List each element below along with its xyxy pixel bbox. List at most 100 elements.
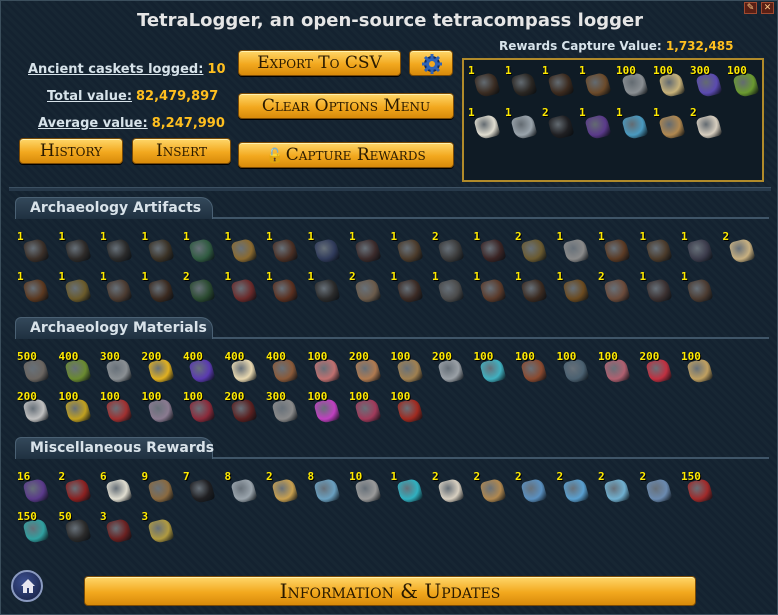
reward-item[interactable]: 1 — [474, 230, 510, 266]
reward-item[interactable]: 100 — [391, 390, 427, 426]
reward-item[interactable]: 1 — [266, 230, 302, 266]
reward-item[interactable]: 200 — [142, 350, 178, 386]
reward-item[interactable]: 500 — [17, 350, 53, 386]
export-csv-button[interactable]: Export To CSV — [238, 50, 401, 76]
reward-item[interactable]: 1 — [579, 106, 615, 142]
reward-item[interactable]: 2 — [598, 270, 634, 306]
pin-icon[interactable]: ✎ — [744, 2, 757, 14]
clear-options-menu-button[interactable]: Clear Options Menu — [238, 93, 454, 119]
reward-item[interactable]: 400 — [59, 350, 95, 386]
reward-item[interactable]: 2 — [598, 470, 634, 506]
reward-item[interactable]: 6 — [100, 470, 136, 506]
reward-item[interactable]: 100 — [349, 390, 385, 426]
reward-item[interactable]: 100 — [308, 390, 344, 426]
reward-item[interactable]: 1 — [542, 64, 578, 100]
insert-button[interactable]: Insert — [132, 138, 231, 164]
reward-item[interactable]: 1 — [474, 270, 510, 306]
reward-item[interactable]: 100 — [59, 390, 95, 426]
reward-item[interactable]: 2 — [349, 270, 385, 306]
reward-item[interactable]: 100 — [598, 350, 634, 386]
reward-item[interactable]: 3 — [142, 510, 178, 546]
reward-item[interactable]: 2 — [542, 106, 578, 142]
reward-item[interactable]: 2 — [432, 470, 468, 506]
reward-item[interactable]: 1 — [515, 270, 551, 306]
reward-item[interactable]: 300 — [266, 390, 302, 426]
reward-item[interactable]: 1 — [142, 230, 178, 266]
reward-item[interactable]: 100 — [474, 350, 510, 386]
reward-item[interactable]: 1 — [100, 270, 136, 306]
reward-item[interactable]: 1 — [183, 230, 219, 266]
reward-item[interactable]: 1 — [598, 230, 634, 266]
reward-item[interactable]: 1 — [579, 64, 615, 100]
reward-item[interactable]: 200 — [432, 350, 468, 386]
reward-item[interactable]: 1 — [505, 106, 541, 142]
reward-item[interactable]: 1 — [308, 270, 344, 306]
reward-item[interactable]: 1 — [432, 270, 468, 306]
reward-item[interactable]: 2 — [266, 470, 302, 506]
reward-item[interactable]: 300 — [100, 350, 136, 386]
reward-item[interactable]: 400 — [266, 350, 302, 386]
reward-item[interactable]: 200 — [349, 350, 385, 386]
reward-item[interactable]: 100 — [183, 390, 219, 426]
reward-item[interactable]: 1 — [225, 230, 261, 266]
reward-item[interactable]: 2 — [690, 106, 726, 142]
reward-item[interactable]: 100 — [681, 350, 717, 386]
reward-item[interactable]: 1 — [681, 230, 717, 266]
reward-item[interactable]: 1 — [468, 106, 504, 142]
reward-item[interactable]: 150 — [681, 470, 717, 506]
reward-item[interactable]: 1 — [557, 230, 593, 266]
reward-item[interactable]: 1 — [468, 64, 504, 100]
reward-item[interactable]: 1 — [681, 270, 717, 306]
reward-item[interactable]: 100 — [308, 350, 344, 386]
reward-item[interactable]: 1 — [225, 270, 261, 306]
close-icon[interactable]: ✕ — [761, 2, 774, 14]
reward-item[interactable]: 100 — [616, 64, 652, 100]
reward-item[interactable]: 400 — [225, 350, 261, 386]
reward-item[interactable]: 1 — [391, 270, 427, 306]
reward-item[interactable]: 300 — [690, 64, 726, 100]
reward-item[interactable]: 7 — [183, 470, 219, 506]
reward-item[interactable]: 2 — [557, 470, 593, 506]
reward-item[interactable]: 1 — [557, 270, 593, 306]
reward-item[interactable]: 100 — [557, 350, 593, 386]
reward-item[interactable]: 1 — [100, 230, 136, 266]
reward-item[interactable]: 2 — [640, 470, 676, 506]
reward-item[interactable]: 100 — [100, 390, 136, 426]
reward-item[interactable]: 8 — [225, 470, 261, 506]
reward-item[interactable]: 1 — [59, 230, 95, 266]
reward-item[interactable]: 100 — [515, 350, 551, 386]
reward-item[interactable]: 9 — [142, 470, 178, 506]
reward-item[interactable]: 2 — [59, 470, 95, 506]
reward-item[interactable]: 1 — [391, 470, 427, 506]
reward-item[interactable]: 10 — [349, 470, 385, 506]
reward-item[interactable]: 1 — [308, 230, 344, 266]
reward-item[interactable]: 2 — [515, 230, 551, 266]
reward-item[interactable]: 200 — [225, 390, 261, 426]
reward-item[interactable]: 2 — [474, 470, 510, 506]
reward-item[interactable]: 1 — [505, 64, 541, 100]
reward-item[interactable]: 2 — [515, 470, 551, 506]
reward-item[interactable]: 8 — [308, 470, 344, 506]
reward-item[interactable]: 1 — [59, 270, 95, 306]
reward-item[interactable]: 1 — [349, 230, 385, 266]
reward-item[interactable]: 100 — [142, 390, 178, 426]
reward-item[interactable]: 16 — [17, 470, 53, 506]
reward-item[interactable]: 50 — [59, 510, 95, 546]
settings-button[interactable] — [409, 50, 453, 76]
reward-item[interactable]: 2 — [183, 270, 219, 306]
reward-item[interactable]: 3 — [100, 510, 136, 546]
reward-item[interactable]: 1 — [616, 106, 652, 142]
reward-item[interactable]: 200 — [17, 390, 53, 426]
information-updates-button[interactable]: Information & Updates — [84, 576, 696, 606]
home-button[interactable] — [11, 570, 43, 602]
reward-item[interactable]: 100 — [391, 350, 427, 386]
reward-item[interactable]: 100 — [727, 64, 763, 100]
reward-item[interactable]: 1 — [640, 230, 676, 266]
reward-item[interactable]: 1 — [391, 230, 427, 266]
reward-item[interactable]: 2 — [432, 230, 468, 266]
history-button[interactable]: History — [19, 138, 123, 164]
reward-item[interactable]: 200 — [640, 350, 676, 386]
reward-item[interactable]: 1 — [266, 270, 302, 306]
reward-item[interactable]: 1 — [142, 270, 178, 306]
reward-item[interactable]: 1 — [17, 270, 53, 306]
